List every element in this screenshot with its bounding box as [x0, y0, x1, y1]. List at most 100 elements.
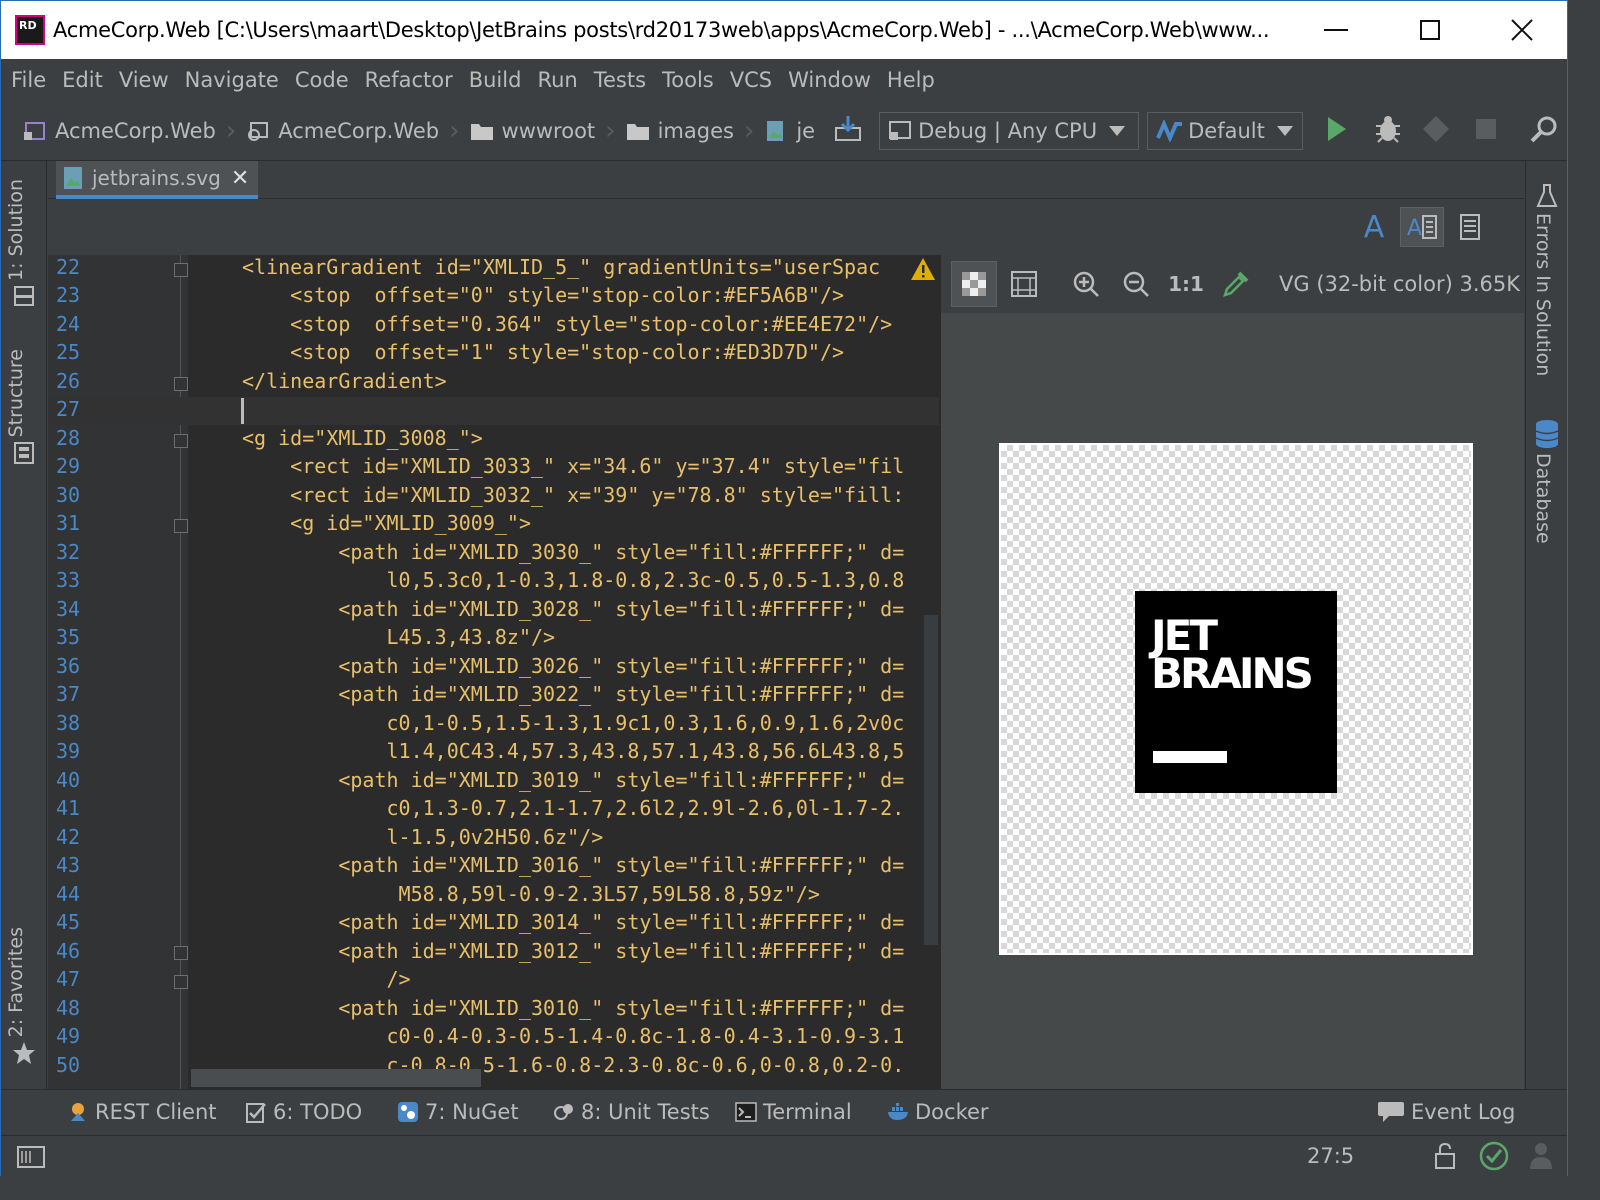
tool-docker[interactable]: Docker: [887, 1100, 989, 1124]
menu-refactor[interactable]: Refactor: [365, 68, 453, 92]
solution-icon: [24, 121, 45, 140]
close-tab-icon[interactable]: ✕: [231, 166, 249, 191]
tool-tab-solution[interactable]: 1: Solution: [5, 179, 27, 281]
zoom-in-button[interactable]: [1063, 261, 1109, 307]
line-number: 46: [56, 939, 81, 963]
line-text: />: [242, 967, 411, 991]
menu-tests[interactable]: Tests: [594, 68, 646, 92]
maximize-icon: [1420, 20, 1440, 40]
jetbrains-logo: JET BRAINS: [1135, 591, 1337, 793]
line-number: 26: [56, 369, 81, 393]
line-text: l-1.5,0v2H50.6z"/>: [242, 825, 604, 849]
build-button[interactable]: [833, 114, 863, 148]
image-file-icon: [64, 167, 82, 189]
search-everywhere-button[interactable]: [1529, 114, 1559, 148]
caret-position[interactable]: 27:5: [1307, 1144, 1354, 1168]
logo-underline: [1153, 751, 1227, 763]
code-line: 38 c0,1-0.5,1.5-1.3,1.9c1,0.3,1.6,0.9,1.…: [48, 711, 939, 739]
breadcrumb-separator: ›: [743, 115, 755, 146]
vertical-scrollbar[interactable]: [924, 615, 938, 945]
chessboard-toggle-button[interactable]: [951, 261, 997, 307]
search-icon: [1530, 116, 1557, 142]
fold-marker-icon[interactable]: [174, 519, 188, 533]
menu-code[interactable]: Code: [295, 68, 349, 92]
tool-tab-label: Database: [1532, 453, 1554, 544]
tool-terminal[interactable]: Terminal: [735, 1100, 852, 1124]
warning-icon[interactable]: [910, 257, 936, 281]
text-only-view-button[interactable]: A: [1352, 207, 1396, 247]
line-text: <path id="XMLID_3014_" style="fill:#FFFF…: [242, 910, 905, 934]
inspection-ok-icon[interactable]: [1479, 1141, 1509, 1171]
menu-navigate[interactable]: Navigate: [185, 68, 279, 92]
tab-jetbrains-svg[interactable]: jetbrains.svg ✕: [56, 161, 258, 199]
tool-tab-errors-in-solution[interactable]: Errors In Solution: [1532, 213, 1554, 376]
menu-tools[interactable]: Tools: [662, 68, 714, 92]
fold-marker-icon[interactable]: [174, 946, 188, 960]
menu-edit[interactable]: Edit: [62, 68, 103, 92]
menu-run[interactable]: Run: [537, 68, 577, 92]
zoom-in-icon: [1073, 271, 1099, 297]
tool-event-log[interactable]: Event Log: [1377, 1100, 1515, 1124]
debug-bug-icon: [1376, 115, 1401, 143]
preview-only-view-button[interactable]: [1448, 207, 1492, 247]
code-editor[interactable]: 22 <linearGradient id="XMLID_5_" gradient…: [48, 255, 939, 1089]
menu-view[interactable]: View: [119, 68, 169, 92]
breadcrumb-wwwroot[interactable]: wwwroot: [470, 119, 595, 143]
line-number: 48: [56, 996, 81, 1020]
run-config-label: Debug | Any CPU: [918, 118, 1098, 143]
menu-help[interactable]: Help: [887, 68, 935, 92]
target-select[interactable]: Default: [1147, 111, 1304, 150]
horizontal-scrollbar[interactable]: [191, 1069, 481, 1087]
tool-rest-client[interactable]: REST Client: [67, 1100, 217, 1124]
grid-toggle-button[interactable]: [1001, 261, 1047, 307]
fold-marker-icon[interactable]: [174, 434, 188, 448]
tool-windows-toggle-icon[interactable]: [17, 1146, 45, 1168]
read-only-lock-icon[interactable]: [1433, 1142, 1457, 1170]
coverage-button[interactable]: [1421, 114, 1451, 148]
close-window-button[interactable]: [1477, 1, 1567, 59]
code-line: 32 <path id="XMLID_3030_" style="fill:#F…: [48, 540, 939, 568]
menu-window[interactable]: Window: [788, 68, 871, 92]
tool-tab-label: Structure: [5, 349, 27, 438]
project-icon: [248, 121, 269, 141]
split-view-button[interactable]: A: [1400, 207, 1444, 247]
line-text: <linearGradient id="XMLID_5_" gradientUn…: [242, 255, 881, 279]
breadcrumb-images[interactable]: images: [626, 119, 734, 143]
zoom-out-button[interactable]: [1113, 261, 1159, 307]
tool-unit-tests[interactable]: 8: Unit Tests: [553, 1100, 710, 1124]
color-picker-button[interactable]: [1213, 261, 1259, 307]
menu-build[interactable]: Build: [469, 68, 522, 92]
tool-tab-structure[interactable]: Structure: [5, 349, 27, 437]
fold-marker-icon[interactable]: [174, 263, 188, 277]
line-number: 23: [56, 283, 81, 307]
right-tool-stripe: Errors In Solution Database: [1525, 161, 1567, 1089]
run-configuration-select[interactable]: Debug | Any CPU: [879, 111, 1140, 150]
current-code-line: 27: [48, 397, 939, 425]
fold-marker-icon[interactable]: [174, 377, 188, 391]
breadcrumb-file[interactable]: je: [764, 119, 815, 143]
tool-tab-favorites[interactable]: 2: Favorites: [5, 927, 27, 1037]
fold-marker-icon[interactable]: [174, 975, 188, 989]
hector-icon[interactable]: [1527, 1141, 1555, 1171]
stop-button[interactable]: [1475, 118, 1497, 144]
code-line: 41 c0,1.3-0.7,2.1-1.7,2.6l2,2.9l-2.6,0l-…: [48, 796, 939, 824]
run-button[interactable]: [1325, 115, 1349, 147]
minimize-button[interactable]: [1291, 1, 1381, 59]
tool-nuget[interactable]: 7: NuGet: [397, 1100, 519, 1124]
menu-vcs[interactable]: VCS: [730, 68, 772, 92]
tool-todo[interactable]: 6: TODO: [245, 1100, 362, 1124]
maximize-button[interactable]: [1385, 1, 1475, 59]
breadcrumb-solution[interactable]: AcmeCorp.Web: [23, 119, 216, 143]
tool-tab-database[interactable]: Database: [1532, 453, 1554, 544]
line-number: 33: [56, 568, 81, 592]
tool-label: Docker: [915, 1100, 989, 1124]
debug-button[interactable]: [1373, 114, 1403, 148]
code-line: 39 l1.4,0C43.4,57.3,43.8,57.1,43.8,56.6L…: [48, 739, 939, 767]
breadcrumb-project[interactable]: AcmeCorp.Web: [246, 119, 439, 143]
navigation-bar: AcmeCorp.Web › AcmeCorp.Web › wwwroot › …: [1, 101, 1567, 161]
line-number: 34: [56, 597, 81, 621]
line-number: 40: [56, 768, 81, 792]
line-text: <path id="XMLID_3010_" style="fill:#FFFF…: [242, 996, 905, 1020]
actual-size-button[interactable]: 1:1: [1163, 261, 1209, 307]
menu-file[interactable]: File: [11, 68, 46, 92]
